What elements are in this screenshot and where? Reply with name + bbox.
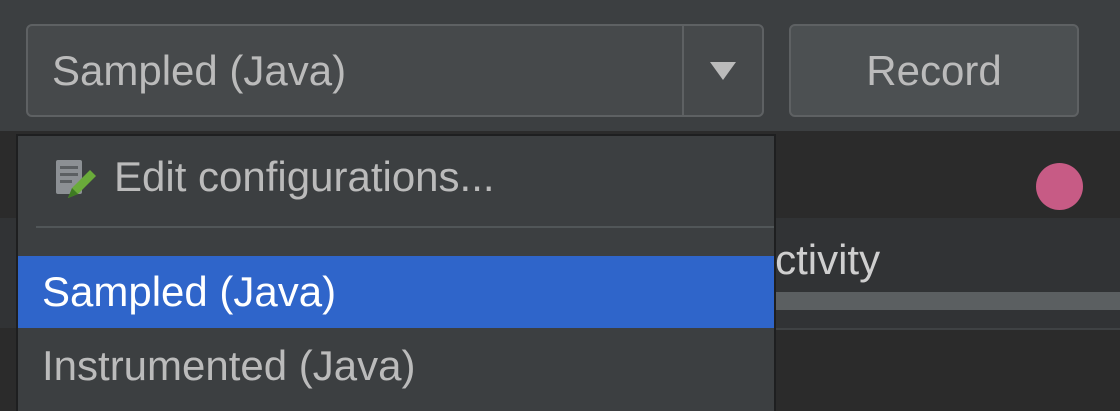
option-sampled-java[interactable]: Sampled (Java) xyxy=(18,256,774,328)
config-selector-value: Sampled (Java) xyxy=(52,47,347,94)
edit-configurations-label: Edit configurations... xyxy=(114,153,495,200)
config-dropdown-popup: Edit configurations... Sampled (Java) In… xyxy=(16,134,776,411)
edit-configurations-icon xyxy=(56,160,96,198)
dropdown-separator xyxy=(36,226,774,228)
record-button[interactable]: Record xyxy=(789,24,1079,117)
config-selector[interactable]: Sampled (Java) xyxy=(26,24,764,117)
edit-configurations-item[interactable]: Edit configurations... xyxy=(18,136,774,222)
track-divider xyxy=(770,328,1120,330)
activity-track-bar xyxy=(770,292,1120,310)
triangle-down-icon xyxy=(710,61,736,80)
option-instrumented-java[interactable]: Instrumented (Java) xyxy=(18,330,774,402)
profiler-window: Sampled (Java) Record es.MainActivity xyxy=(0,0,1120,411)
recording-indicator-dot xyxy=(1036,163,1083,210)
profiler-toolbar: Sampled (Java) Record xyxy=(0,0,1120,132)
config-selector-arrow-button[interactable] xyxy=(684,26,762,115)
